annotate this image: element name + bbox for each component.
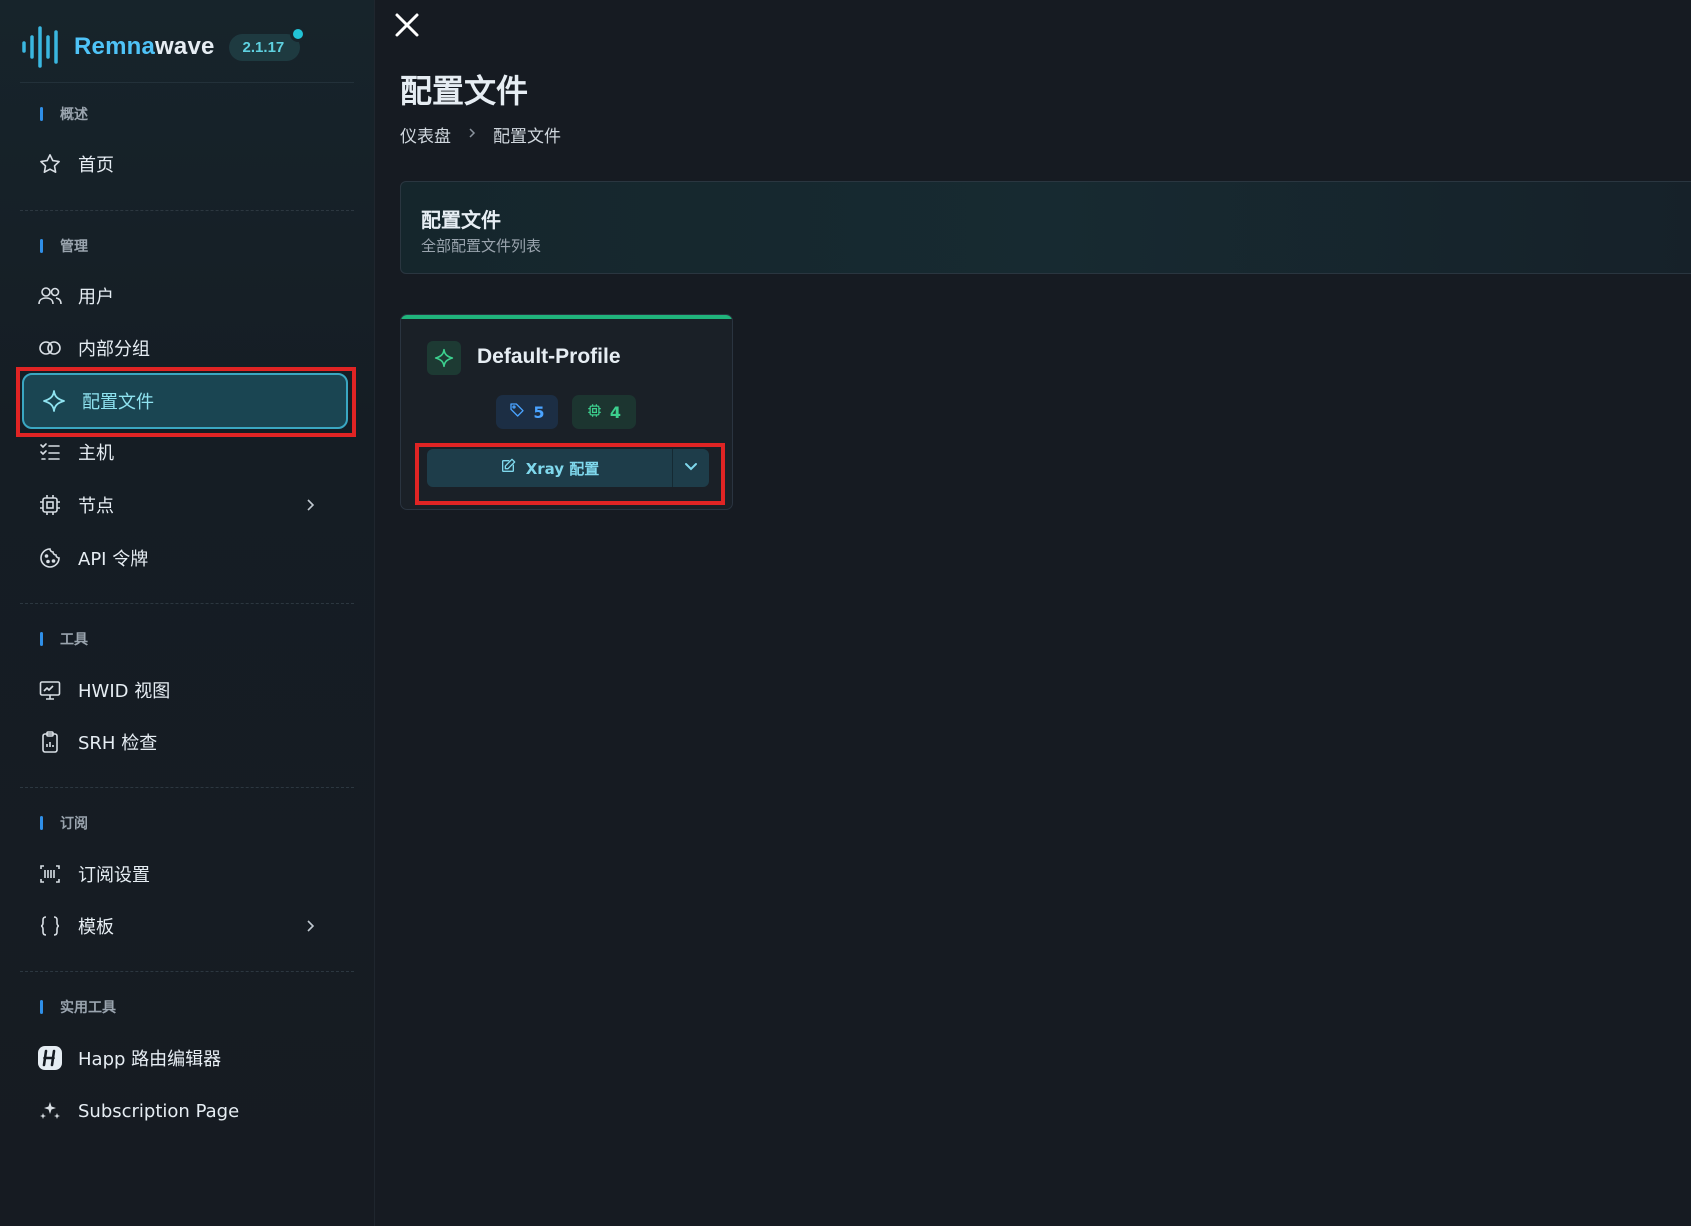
sparkle-icon [40,387,68,415]
happ-logo-icon [36,1044,64,1072]
section-marker [40,107,43,121]
section-label: 工具 [60,632,88,648]
divider [20,210,354,211]
sidebar-item-templates[interactable]: 模板 [36,906,346,946]
sidebar-item-label: 首页 [78,155,114,176]
sidebar-item-label: Subscription Page [78,1100,240,1122]
sidebar-item-label: 订阅设置 [78,865,150,886]
brand-name-part2: wave [155,33,215,60]
card-accent-bar [401,315,732,319]
sidebar-item-subscription-settings[interactable]: 订阅设置 [36,854,346,894]
close-icon[interactable] [392,10,422,40]
section-marker [40,816,43,830]
header-card-subtitle: 全部配置文件列表 [421,237,542,255]
braces-icon [36,912,64,940]
sparkle-icon [427,341,461,375]
sidebar-item-hwid-view[interactable]: HWID 视图 [36,670,346,710]
list-check-icon [36,438,64,466]
section-subscription: 订阅 [40,813,88,833]
monitor-icon [36,676,64,704]
xray-config-label: Xray 配置 [525,459,600,478]
barcode-icon [36,860,64,888]
xray-config-dropdown-toggle[interactable] [673,449,709,487]
sidebar-item-hosts[interactable]: 主机 [36,432,346,472]
page-header-card: 配置文件 全部配置文件列表 [400,181,1691,274]
tag-icon [509,402,525,422]
sidebar: Remnawave 2.1.17 概述 首页 管理 用户 内部分组 配置文件 主… [0,0,375,1226]
profile-name: Default-Profile [477,345,621,368]
sidebar-item-label: 主机 [78,443,114,464]
sidebar-item-users[interactable]: 用户 [36,276,346,316]
section-overview: 概述 [40,104,88,124]
breadcrumb: 仪表盘 配置文件 [400,122,561,147]
clipboard-icon [36,728,64,756]
cpu-icon [36,491,64,519]
chevron-right-icon [304,495,318,520]
sidebar-item-label: 配置文件 [82,392,154,413]
sidebar-item-home[interactable]: 首页 [36,144,346,184]
sidebar-item-label: Happ 路由编辑器 [78,1049,222,1070]
section-marker [40,632,43,646]
section-management: 管理 [40,236,88,256]
section-tools: 工具 [40,629,88,649]
section-marker [40,1000,43,1014]
sidebar-item-label: 模板 [78,917,114,938]
inbounds-count: 4 [609,402,622,422]
chevron-right-icon [467,126,477,144]
chevron-right-icon [304,916,318,941]
cookie-icon [36,544,64,572]
link-circles-icon [36,334,64,362]
sidebar-item-subscription-page[interactable]: Subscription Page [36,1091,346,1131]
sparkles-icon [36,1097,64,1125]
inbounds-count-badge: 4 [572,395,636,429]
section-label: 管理 [60,239,88,255]
sidebar-item-label: 节点 [78,496,114,517]
tags-count-badge: 5 [496,395,558,429]
divider [20,787,354,788]
version-text: 2.1.17 [242,38,285,56]
edit-icon [500,458,516,478]
sidebar-item-label: 用户 [78,287,114,308]
profile-card: Default-Profile 5 4 Xray 配置 [400,314,733,510]
section-label: 订阅 [60,816,88,832]
sidebar-item-happ-routing-editor[interactable]: Happ 路由编辑器 [36,1038,346,1078]
brand-name-part1: Remna [74,33,156,60]
divider [20,603,354,604]
star-icon [36,150,64,178]
version-badge: 2.1.17 [228,25,307,61]
section-label: 实用工具 [60,1000,116,1016]
sidebar-item-config-profiles[interactable]: 配置文件 [22,373,348,429]
header-card-title: 配置文件 [421,208,501,232]
sound-wave-logo-icon [20,24,66,70]
divider [20,971,354,972]
app-window: Remnawave 2.1.17 概述 首页 管理 用户 内部分组 配置文件 主… [0,0,1691,1226]
page-title: 配置文件 [400,72,529,110]
breadcrumb-current: 配置文件 [493,127,561,147]
sidebar-item-srh-check[interactable]: SRH 检查 [36,722,346,762]
breadcrumb-link-dashboard[interactable]: 仪表盘 [400,122,451,147]
brand-name: Remnawave [74,33,215,61]
sidebar-item-api-tokens[interactable]: API 令牌 [36,538,346,578]
section-marker [40,239,43,253]
chevron-down-icon [682,457,700,479]
tags-count: 5 [533,402,545,422]
xray-config-split-button: Xray 配置 [427,449,709,487]
brand-logo[interactable]: Remnawave 2.1.17 [20,22,350,72]
cpu-icon [587,403,602,422]
divider [20,82,354,83]
xray-config-button[interactable]: Xray 配置 [427,449,672,487]
update-indicator-dot [290,25,307,42]
section-utilities: 实用工具 [40,997,116,1017]
sidebar-item-label: SRH 检查 [78,733,158,754]
sidebar-item-label: API 令牌 [78,549,149,570]
sidebar-item-label: 内部分组 [78,339,150,360]
section-label: 概述 [60,107,88,123]
sidebar-item-internal-squads[interactable]: 内部分组 [36,328,346,368]
sidebar-item-nodes[interactable]: 节点 [36,485,346,525]
sidebar-item-label: HWID 视图 [78,681,171,702]
users-icon [36,282,64,310]
